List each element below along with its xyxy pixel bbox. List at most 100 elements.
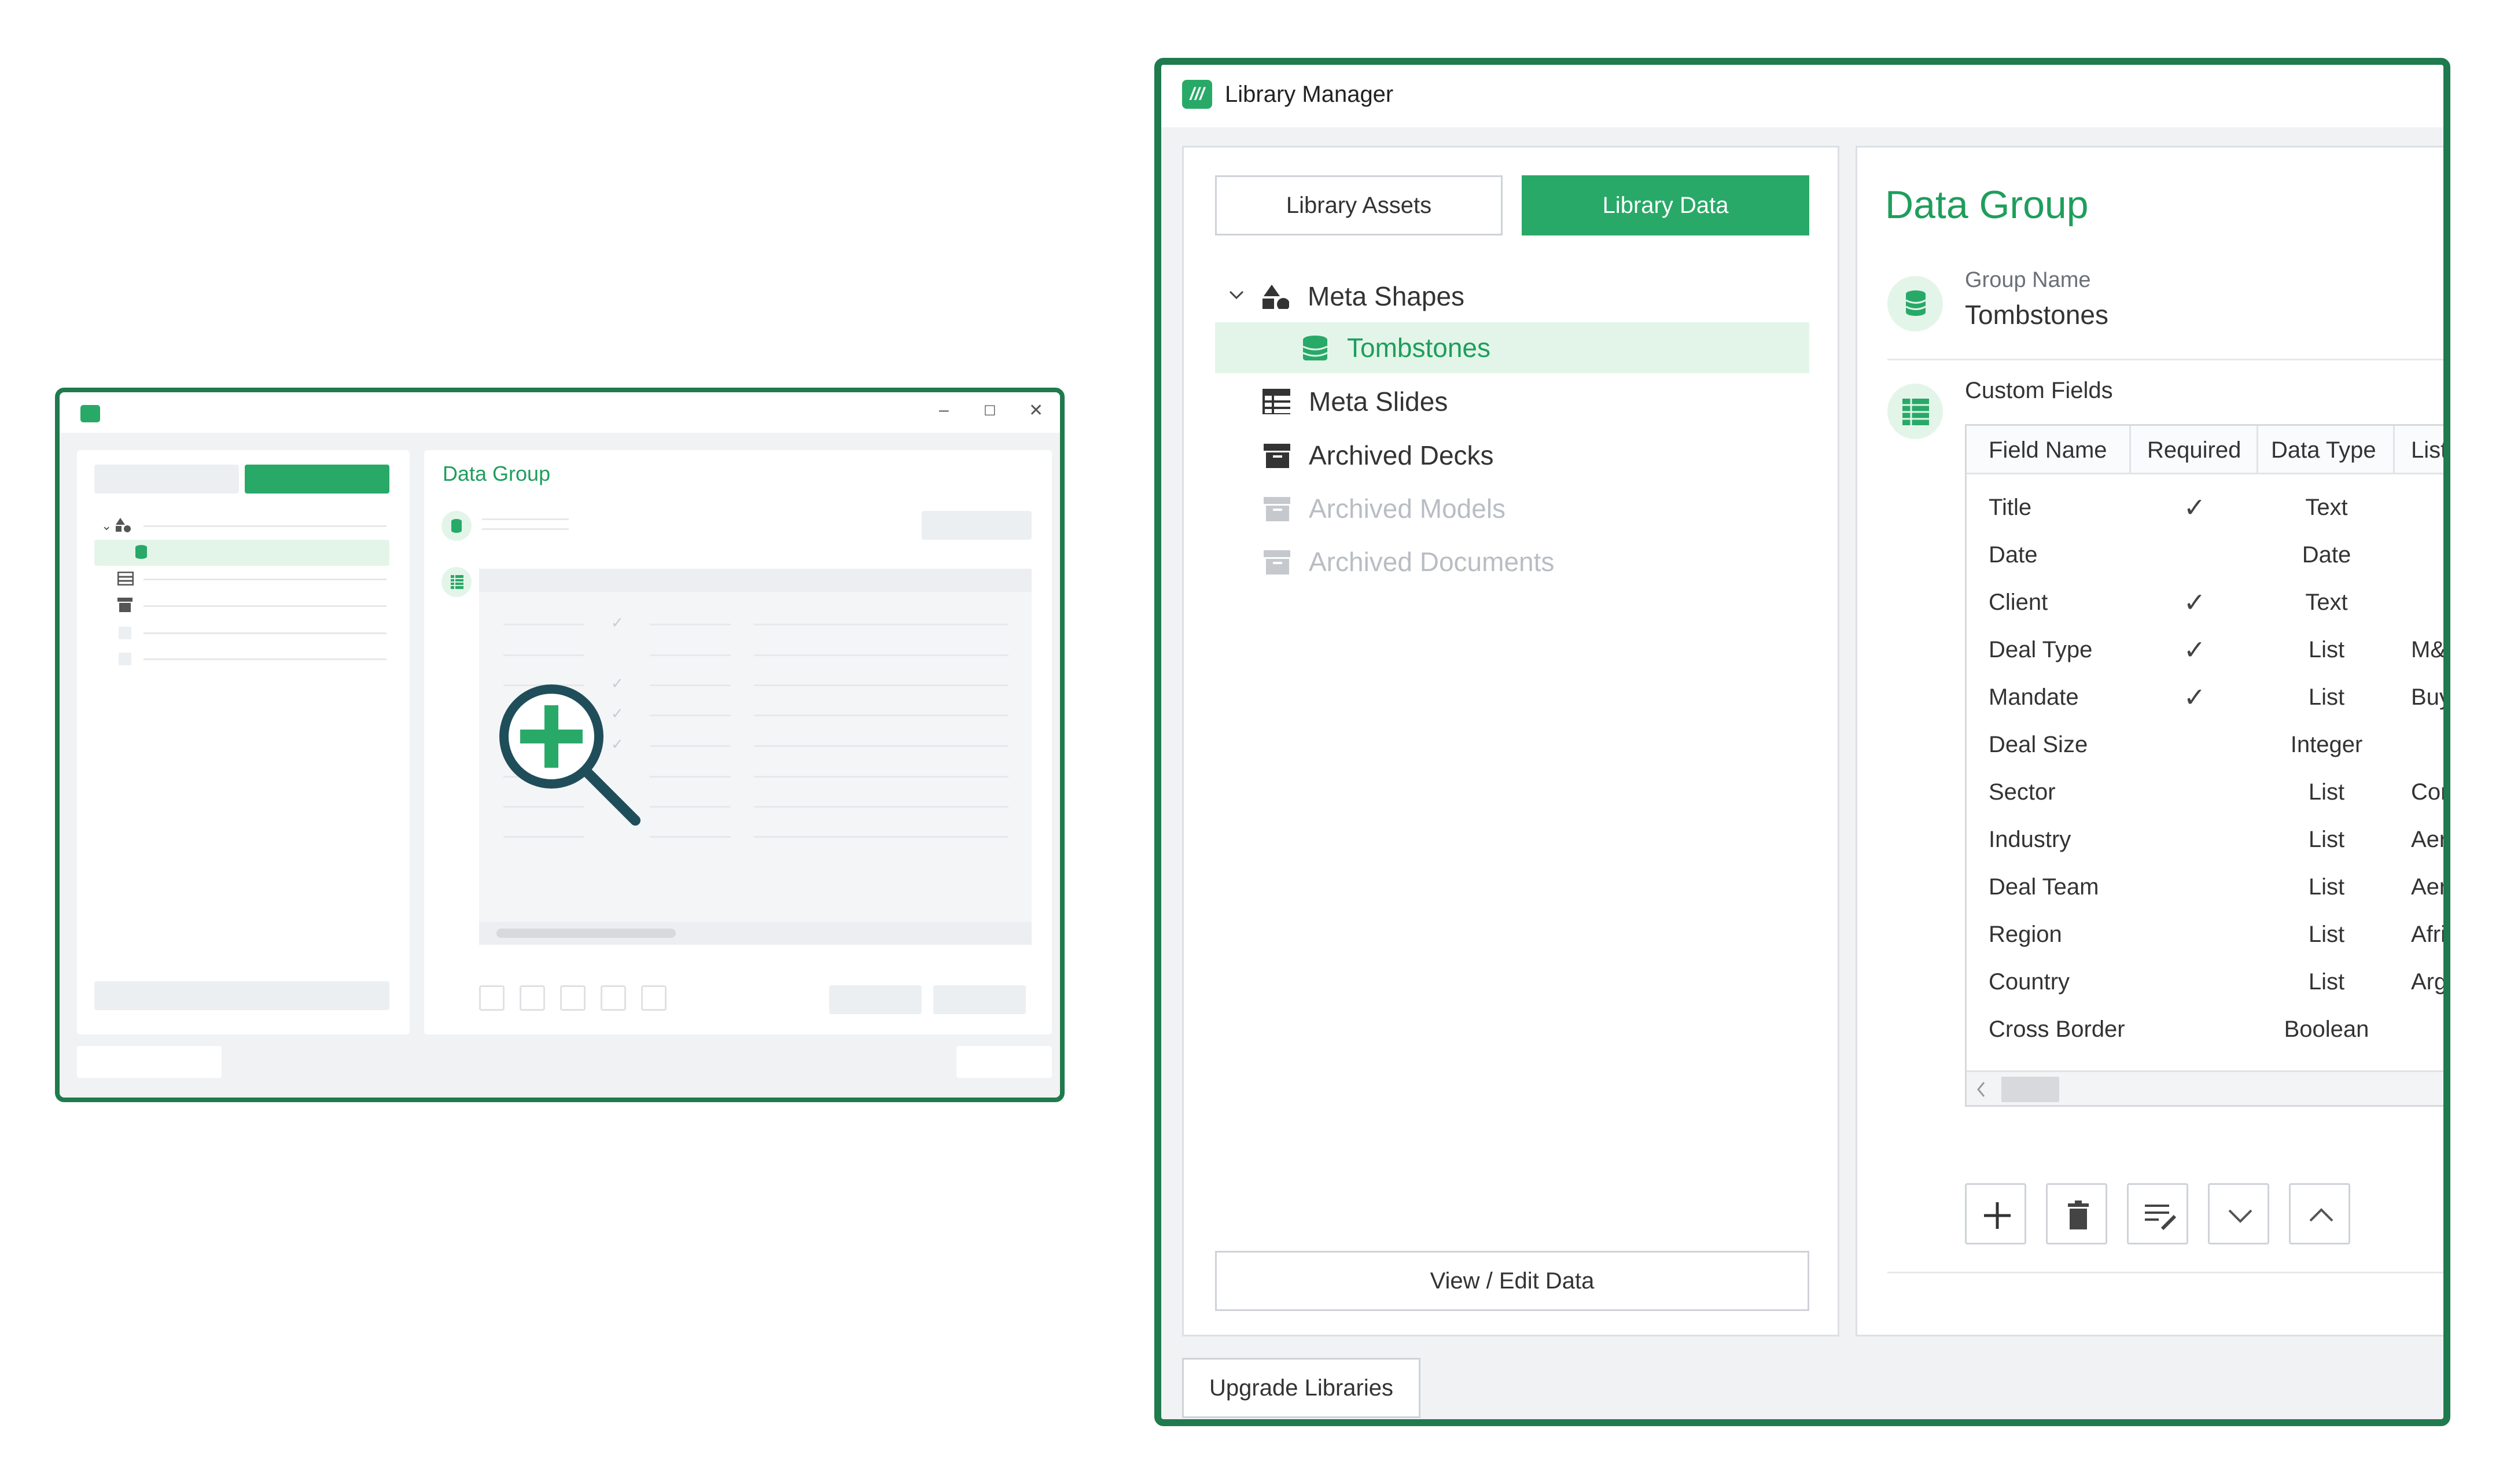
- mini-line: [650, 806, 731, 808]
- mini-window-illustration: – ☐ ✕ ⌄ Data Group ✓ ✓ ✓ ✓: [55, 388, 1065, 1102]
- tree-item-label: Archived Decks: [1309, 440, 1494, 470]
- tree-item-meta-slides[interactable]: Meta Slides: [1215, 376, 1809, 427]
- mini-minimize-icon: –: [939, 400, 949, 419]
- mini-line: [754, 745, 1008, 747]
- mini-line: [650, 776, 731, 778]
- mini-field-placeholder: [922, 511, 1032, 540]
- tree-item-label: Meta Slides: [1309, 386, 1448, 417]
- tree-item-label: Archived Models: [1309, 494, 1506, 524]
- cell-type: Text: [2305, 495, 2348, 520]
- mini-table-header: [479, 569, 1032, 592]
- edit-list-icon: [2145, 1205, 2177, 1231]
- table-row[interactable]: Mandate ✓ List Buy: [1967, 673, 2443, 721]
- mini-down-button: [601, 985, 626, 1011]
- group-name-value: Tombstones: [1965, 300, 2109, 330]
- titlebar: /// Library Manager: [1161, 65, 2443, 127]
- mini-panel-title: Data Group: [443, 462, 551, 485]
- divider: [1887, 359, 2443, 360]
- window-title: Library Manager: [1225, 82, 1394, 107]
- cell-type: List: [2308, 969, 2345, 995]
- mini-button-placeholder: [933, 985, 1026, 1014]
- cell-required: [2131, 768, 2258, 816]
- mini-line: [754, 684, 1008, 686]
- cell-required: [2131, 531, 2258, 579]
- move-up-button[interactable]: [2289, 1183, 2350, 1244]
- mini-line: [143, 605, 387, 607]
- cell-list: [2411, 531, 2443, 579]
- column-header-data-type[interactable]: Data Type: [2258, 426, 2395, 474]
- table-row[interactable]: Deal Size Integer: [1967, 721, 2443, 768]
- tree-item-archived-decks[interactable]: Archived Decks: [1215, 430, 1809, 481]
- mini-right-panel: Data Group ✓ ✓ ✓ ✓: [424, 450, 1052, 1034]
- trash-icon: [2068, 1201, 2089, 1229]
- mini-line: [754, 624, 1008, 625]
- group-database-icon: [1887, 276, 1943, 332]
- cell-type: List: [2308, 922, 2345, 947]
- mini-line: [143, 525, 387, 527]
- cell-list: Aero: [2411, 827, 2447, 852]
- cell-list: Con: [2411, 779, 2450, 805]
- cell-list: M&A: [2411, 637, 2446, 662]
- scroll-left-icon[interactable]: [1976, 1081, 1987, 1098]
- table-row[interactable]: Deal Type ✓ List M&A: [1967, 626, 2446, 673]
- tree-item-tombstones[interactable]: Tombstones: [1215, 322, 1809, 373]
- mini-line: [754, 654, 1008, 656]
- library-tree-panel: Library Assets Library Data Meta Shapes …: [1182, 146, 1839, 1336]
- cell-required: [2131, 911, 2258, 958]
- tree-item-meta-shapes[interactable]: Meta Shapes: [1215, 271, 1809, 322]
- mini-line: [503, 836, 584, 838]
- table-row[interactable]: Date Date: [1967, 531, 2443, 579]
- cell-name: Cross Border: [1989, 1017, 2125, 1042]
- cell-required: ✓: [2183, 492, 2206, 522]
- cell-required: [2131, 958, 2258, 1006]
- cell-list: Aero: [2411, 874, 2447, 900]
- upgrade-libraries-button[interactable]: Upgrade Libraries: [1182, 1358, 1420, 1418]
- table-row[interactable]: Deal Team List Aero: [1967, 863, 2447, 911]
- tree-item-archived-models: Archived Models: [1215, 483, 1809, 534]
- horizontal-scrollbar[interactable]: [1967, 1070, 2443, 1105]
- add-field-button[interactable]: [1965, 1183, 2026, 1244]
- tab-library-data[interactable]: Library Data: [1522, 175, 1809, 235]
- table-row[interactable]: Client ✓ Text: [1967, 579, 2443, 626]
- table-row[interactable]: Region List Afric: [1967, 911, 2446, 958]
- mini-footer-placeholder: [77, 1046, 222, 1078]
- column-header-required[interactable]: Required: [2131, 426, 2258, 474]
- group-name-label: Group Name: [1965, 268, 2091, 292]
- table-row[interactable]: Industry List Aero: [1967, 816, 2447, 863]
- mini-titlebar: – ☐ ✕: [60, 392, 1060, 433]
- custom-fields-table: Field Name Required Data Type List Title…: [1965, 424, 2450, 1107]
- delete-field-button[interactable]: [2046, 1183, 2107, 1244]
- column-header-field-name[interactable]: Field Name: [1967, 426, 2131, 474]
- mini-line: [143, 658, 387, 660]
- tree-item-label: Archived Documents: [1309, 547, 1555, 577]
- cell-type: Text: [2305, 590, 2348, 615]
- mini-line: [143, 579, 387, 580]
- cell-list: Arge: [2411, 969, 2447, 995]
- cell-required: ✓: [2183, 635, 2206, 665]
- edit-field-button[interactable]: [2127, 1183, 2188, 1244]
- mini-table-icon: [117, 572, 134, 586]
- table-row[interactable]: Cross Border Boolean: [1967, 1006, 2443, 1053]
- table-row[interactable]: Country List Arge: [1967, 958, 2447, 1006]
- cell-list: Afric: [2411, 922, 2446, 947]
- view-edit-data-button[interactable]: View / Edit Data: [1215, 1251, 1809, 1311]
- mini-maximize-icon: ☐: [984, 403, 996, 419]
- tab-library-assets[interactable]: Library Assets: [1215, 175, 1503, 235]
- cell-name: Region: [1989, 922, 2062, 947]
- mini-close-icon: ✕: [1029, 401, 1044, 420]
- cell-required: [2131, 721, 2258, 768]
- move-down-button[interactable]: [2208, 1183, 2269, 1244]
- shapes-icon: [1262, 285, 1289, 309]
- cell-name: Title: [1989, 495, 2032, 520]
- mini-line: [650, 745, 731, 747]
- cell-type: List: [2308, 684, 2345, 710]
- mini-left-panel: ⌄: [77, 450, 410, 1034]
- mini-shapes-icon: [116, 518, 131, 532]
- scroll-thumb[interactable]: [2001, 1077, 2059, 1102]
- table-row[interactable]: Sector List Con: [1967, 768, 2450, 816]
- chevron-down-icon[interactable]: [1228, 288, 1245, 302]
- cell-name: Date: [1989, 542, 2038, 568]
- column-header-list[interactable]: List: [2395, 426, 2443, 474]
- table-row[interactable]: Title ✓ Text: [1967, 484, 2443, 531]
- cell-name: Deal Type: [1989, 637, 2093, 662]
